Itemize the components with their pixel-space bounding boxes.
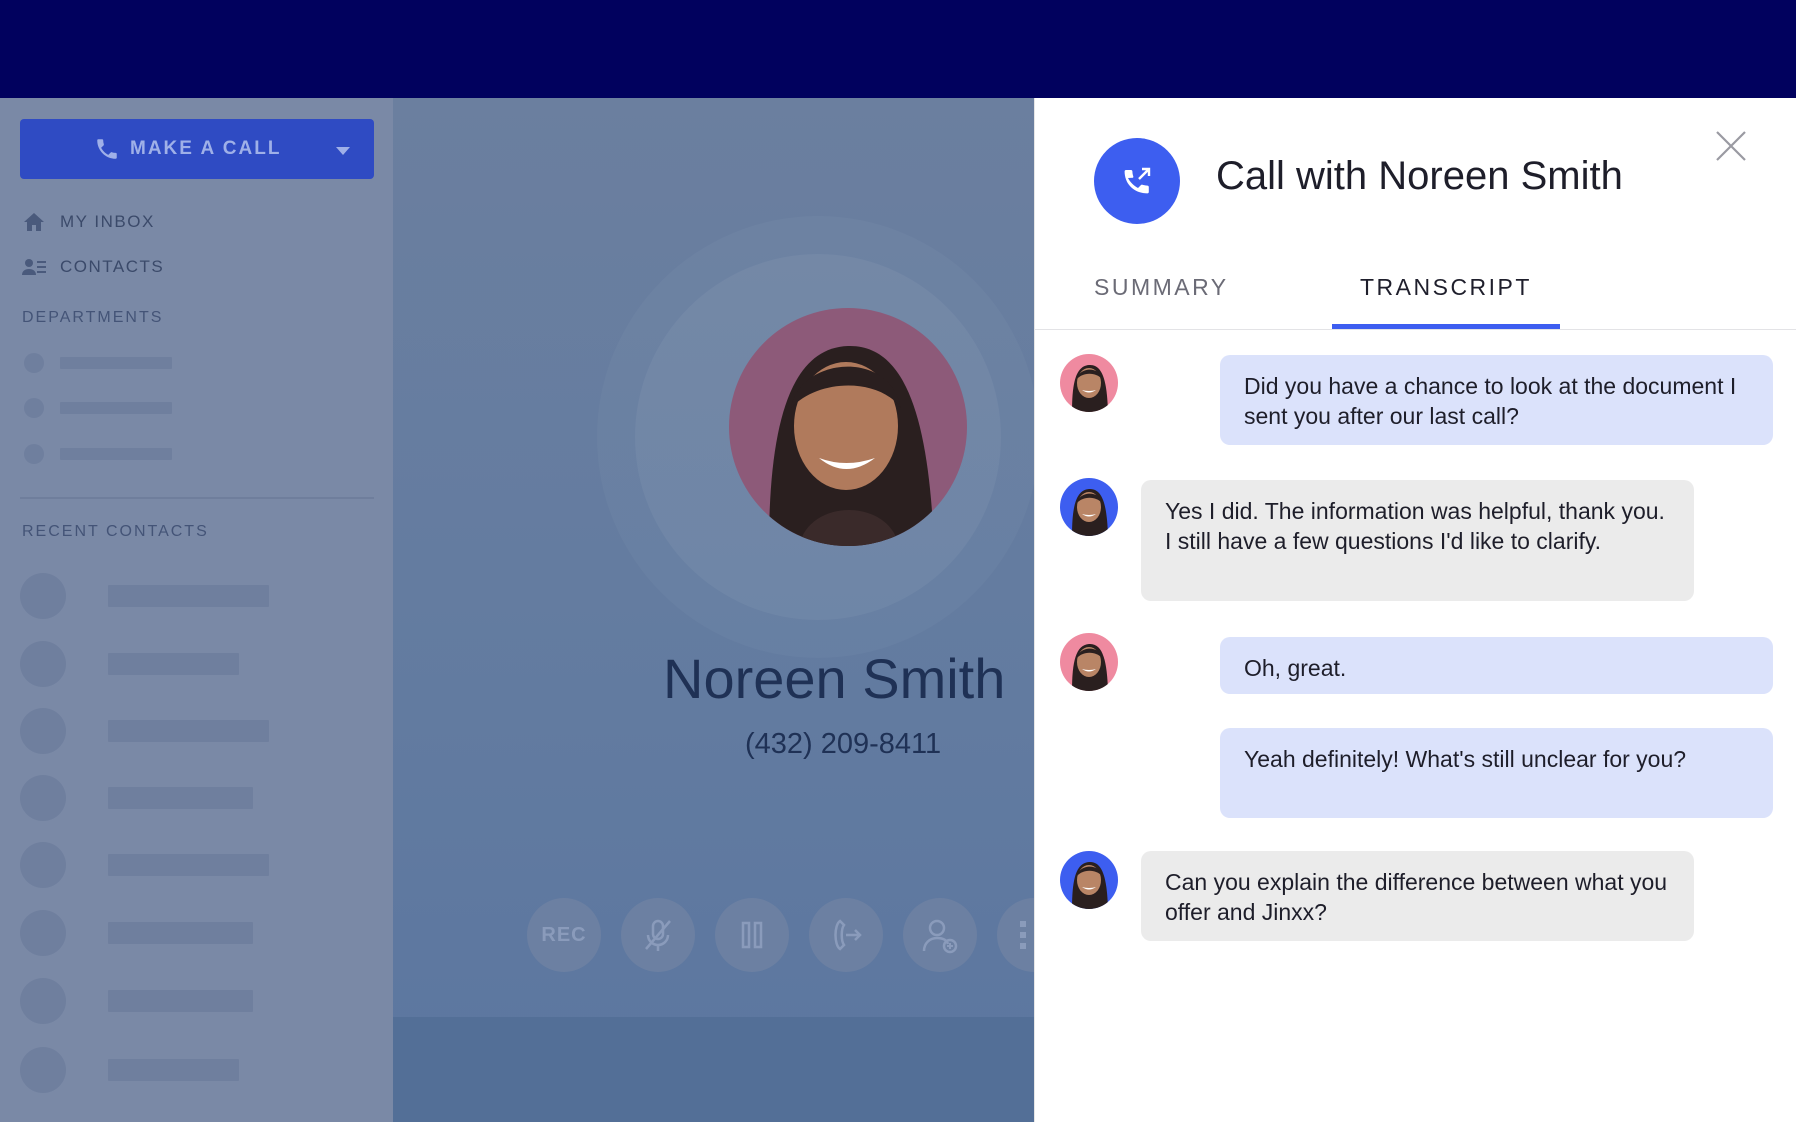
avatar bbox=[20, 978, 66, 1024]
transcript-message: Yeah definitely! What's still unclear fo… bbox=[1220, 728, 1773, 818]
tab-divider bbox=[1035, 329, 1796, 330]
add-user-icon bbox=[922, 919, 958, 954]
person-icon bbox=[1072, 861, 1108, 909]
divider bbox=[20, 497, 374, 499]
sidebar-item-label: MY INBOX bbox=[60, 212, 155, 231]
mute-mic-icon bbox=[645, 919, 671, 951]
avatar bbox=[20, 573, 66, 619]
avatar bbox=[20, 1047, 66, 1093]
active-call-view: Noreen Smith (432) 209-8411 REC bbox=[393, 98, 1034, 1122]
recent-contact-placeholder[interactable] bbox=[20, 978, 253, 1024]
department-placeholder[interactable] bbox=[24, 353, 172, 373]
placeholder-bar bbox=[108, 585, 269, 607]
dot bbox=[24, 444, 44, 464]
make-a-call-label: MAKE A CALL bbox=[130, 138, 282, 159]
recent-contact-placeholder[interactable] bbox=[20, 842, 269, 888]
app-window: MAKE A CALL MY INBOX CONTACTS DEPARTMENT… bbox=[0, 0, 1796, 1122]
recent-contacts-header: RECENT CONTACTS bbox=[22, 523, 209, 540]
placeholder-bar bbox=[108, 720, 269, 742]
contact-name: Noreen Smith bbox=[663, 647, 1006, 710]
keypad-icon bbox=[1020, 921, 1026, 949]
placeholder-bar bbox=[108, 1059, 239, 1081]
top-bar bbox=[0, 0, 1796, 98]
avatar bbox=[1060, 478, 1118, 536]
recent-contact-placeholder[interactable] bbox=[20, 708, 269, 754]
keypad-button[interactable] bbox=[997, 898, 1034, 972]
contact-photo bbox=[729, 308, 967, 546]
dot bbox=[24, 398, 44, 418]
person-icon bbox=[1072, 364, 1108, 412]
avatar bbox=[20, 775, 66, 821]
transfer-icon bbox=[834, 919, 862, 951]
transcript-message: Yes I did. The information was helpful, … bbox=[1141, 480, 1694, 601]
contact-phone: (432) 209-8411 bbox=[745, 728, 942, 760]
pause-icon bbox=[741, 921, 763, 949]
call-badge bbox=[1094, 138, 1180, 224]
department-placeholder[interactable] bbox=[24, 398, 172, 418]
avatar bbox=[1060, 354, 1118, 412]
record-label: REC bbox=[541, 923, 587, 946]
recent-contact-placeholder[interactable] bbox=[20, 641, 239, 687]
sidebar-item-contacts[interactable]: CONTACTS bbox=[22, 256, 164, 278]
dot bbox=[24, 353, 44, 373]
sidebar-item-label: CONTACTS bbox=[60, 257, 165, 276]
transcript-message: Oh, great. bbox=[1220, 637, 1773, 694]
transcript-message: Did you have a chance to look at the doc… bbox=[1220, 355, 1773, 445]
avatar bbox=[1060, 851, 1118, 909]
sidebar: MAKE A CALL MY INBOX CONTACTS DEPARTMENT… bbox=[0, 98, 393, 1122]
avatar bbox=[1060, 633, 1118, 691]
placeholder-bar bbox=[108, 922, 253, 944]
placeholder-bar bbox=[60, 402, 172, 414]
make-a-call-button[interactable]: MAKE A CALL bbox=[20, 119, 374, 179]
placeholder-bar bbox=[108, 990, 253, 1012]
transcript-message: Can you explain the difference between w… bbox=[1141, 851, 1694, 941]
placeholder-bar bbox=[108, 854, 269, 876]
placeholder-bar bbox=[60, 357, 172, 369]
avatar bbox=[20, 842, 66, 888]
call-details-panel: Call with Noreen Smith SUMMARY TRANSCRIP… bbox=[1034, 98, 1796, 1122]
placeholder-bar bbox=[108, 787, 253, 809]
home-icon bbox=[24, 213, 44, 231]
placeholder-bar bbox=[108, 653, 239, 675]
recent-contact-placeholder[interactable] bbox=[20, 775, 253, 821]
add-participant-button[interactable] bbox=[903, 898, 977, 972]
sidebar-item-my-inbox[interactable]: MY INBOX bbox=[22, 211, 155, 233]
department-placeholder[interactable] bbox=[24, 444, 172, 464]
departments-header: DEPARTMENTS bbox=[22, 309, 164, 326]
contacts-icon bbox=[22, 259, 46, 275]
recent-contact-placeholder[interactable] bbox=[20, 573, 269, 619]
person-icon bbox=[1072, 643, 1108, 691]
person-icon bbox=[769, 345, 934, 546]
incoming-call-icon bbox=[1124, 167, 1151, 194]
chevron-down-icon[interactable] bbox=[336, 147, 350, 155]
avatar bbox=[20, 708, 66, 754]
record-button[interactable]: REC bbox=[527, 898, 601, 972]
hold-button[interactable] bbox=[715, 898, 789, 972]
avatar bbox=[20, 641, 66, 687]
avatar bbox=[20, 910, 66, 956]
call-footer bbox=[393, 1017, 1034, 1122]
mute-button[interactable] bbox=[621, 898, 695, 972]
close-icon[interactable] bbox=[1713, 128, 1749, 164]
phone-icon bbox=[97, 139, 117, 159]
recent-contact-placeholder[interactable] bbox=[20, 910, 253, 956]
placeholder-bar bbox=[60, 448, 172, 460]
tab-summary[interactable]: SUMMARY bbox=[1094, 274, 1229, 301]
recent-contact-placeholder[interactable] bbox=[20, 1047, 239, 1093]
panel-title: Call with Noreen Smith bbox=[1216, 154, 1623, 198]
transfer-button[interactable] bbox=[809, 898, 883, 972]
person-icon bbox=[1072, 488, 1108, 536]
tab-transcript[interactable]: TRANSCRIPT bbox=[1360, 274, 1532, 301]
